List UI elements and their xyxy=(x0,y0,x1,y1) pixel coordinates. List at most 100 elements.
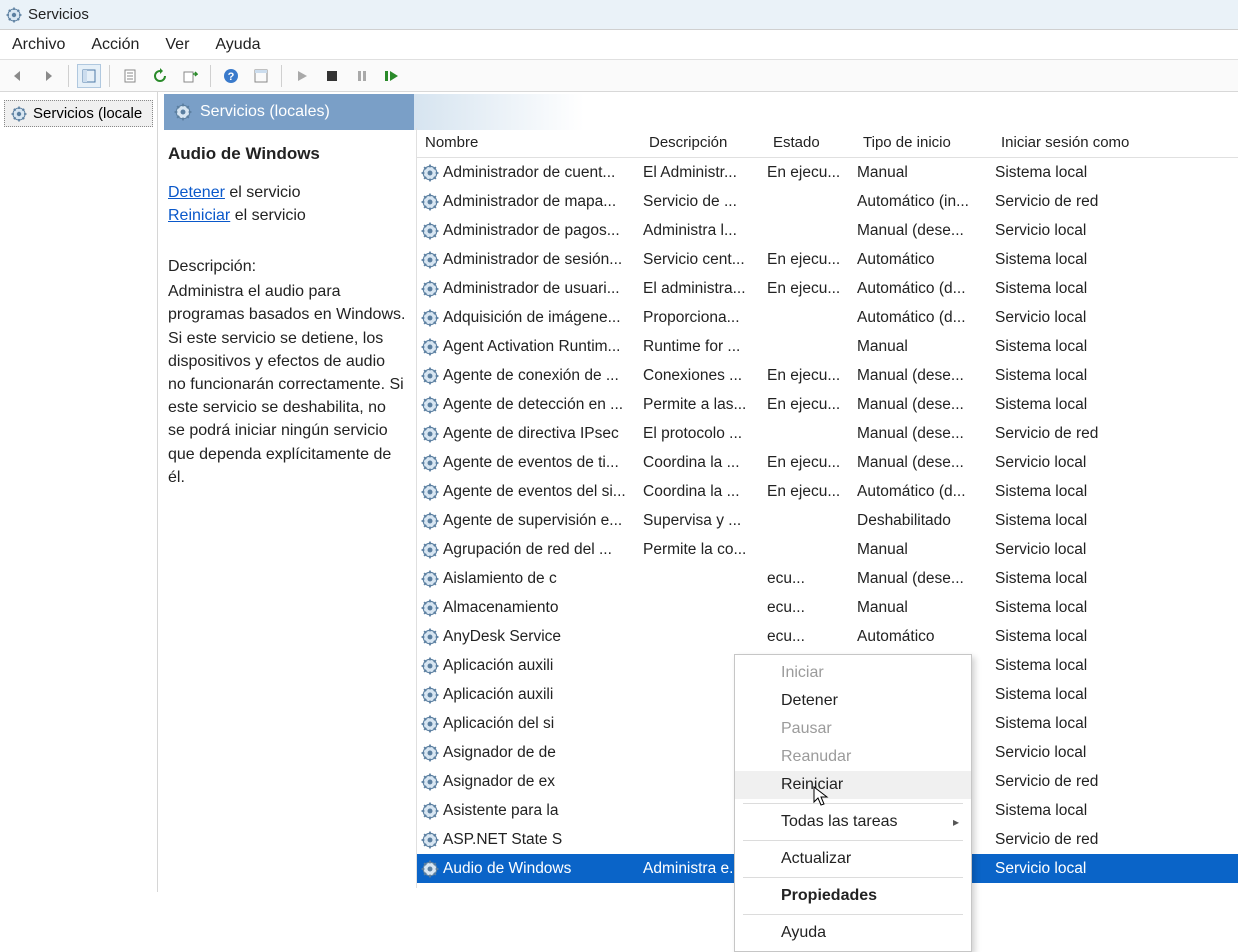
restart-service-link[interactable]: Reiniciar xyxy=(168,207,230,224)
stop-service-button[interactable] xyxy=(320,64,344,88)
cell-desc: Runtime for ... xyxy=(643,338,767,356)
cell-state: En ejecu... xyxy=(767,251,857,269)
tree-item-services-local[interactable]: Servicios (locale xyxy=(4,100,153,127)
cell-state: ecu... xyxy=(767,599,857,617)
back-button[interactable] xyxy=(6,64,30,88)
gear-icon xyxy=(421,396,439,414)
ctx-reanudar: Reanudar xyxy=(735,743,971,771)
pause-service-button[interactable] xyxy=(350,64,374,88)
cell-start: Manual (dese... xyxy=(857,396,995,414)
table-row[interactable]: Agrupación de red del ...Permite la co..… xyxy=(417,535,1238,564)
table-row[interactable]: Agente de conexión de ...Conexiones ...E… xyxy=(417,361,1238,390)
tree-item-label: Servicios (locale xyxy=(33,105,142,122)
gear-icon xyxy=(421,309,439,327)
cell-logon: Servicio local xyxy=(995,454,1175,472)
cell-logon: Servicio local xyxy=(995,860,1175,878)
table-row[interactable]: Administrador de cuent...El Administr...… xyxy=(417,158,1238,187)
view-button[interactable] xyxy=(249,64,273,88)
cell-logon: Sistema local xyxy=(995,483,1175,501)
col-start[interactable]: Tipo de inicio xyxy=(855,134,993,151)
main-panel: Servicios (locales) Audio de Windows Det… xyxy=(158,92,1238,892)
refresh-button[interactable] xyxy=(148,64,172,88)
cell-logon: Sistema local xyxy=(995,715,1175,733)
menu-accion[interactable]: Acción xyxy=(85,32,145,58)
cell-name: Asignador de ex xyxy=(443,773,643,791)
cell-name: Administrador de pagos... xyxy=(443,222,643,240)
stop-suffix: el servicio xyxy=(225,184,301,201)
detail-desc-label: Descripción: xyxy=(168,255,406,278)
menu-ver[interactable]: Ver xyxy=(159,32,195,58)
gear-icon xyxy=(421,657,439,675)
cell-start: Manual (dese... xyxy=(857,570,995,588)
col-desc[interactable]: Descripción xyxy=(641,134,765,151)
col-logon[interactable]: Iniciar sesión como xyxy=(993,134,1173,151)
cell-desc: Permite la co... xyxy=(643,541,767,559)
titlebar: Servicios xyxy=(0,0,1238,30)
export-button[interactable] xyxy=(178,64,202,88)
restart-suffix: el servicio xyxy=(230,207,306,224)
cell-start: Manual xyxy=(857,599,995,617)
table-row[interactable]: AnyDesk Serviceecu...AutomáticoSistema l… xyxy=(417,622,1238,651)
cell-logon: Sistema local xyxy=(995,686,1175,704)
cell-name: Agent Activation Runtim... xyxy=(443,338,643,356)
list-header: Nombre Descripción Estado Tipo de inicio… xyxy=(417,128,1238,158)
ctx-ayuda[interactable]: Ayuda xyxy=(735,919,971,947)
gear-icon xyxy=(421,251,439,269)
table-row[interactable]: Administrador de pagos...Administra l...… xyxy=(417,216,1238,245)
cell-state: En ejecu... xyxy=(767,396,857,414)
menu-ayuda[interactable]: Ayuda xyxy=(209,32,266,58)
cell-start: Manual xyxy=(857,164,995,182)
col-state[interactable]: Estado xyxy=(765,134,855,151)
table-row[interactable]: Agent Activation Runtim...Runtime for ..… xyxy=(417,332,1238,361)
cell-logon: Servicio de red xyxy=(995,193,1175,211)
cell-name: Administrador de cuent... xyxy=(443,164,643,182)
table-row[interactable]: Agente de directiva IPsecEl protocolo ..… xyxy=(417,419,1238,448)
table-row[interactable]: Agente de detección en ...Permite a las.… xyxy=(417,390,1238,419)
cell-state: ecu... xyxy=(767,570,857,588)
table-row[interactable]: Administrador de usuari...El administra.… xyxy=(417,274,1238,303)
cell-logon: Servicio de red xyxy=(995,773,1175,791)
col-name[interactable]: Nombre xyxy=(417,134,641,151)
cell-start: Manual (dese... xyxy=(857,425,995,443)
table-row[interactable]: Administrador de mapa...Servicio de ...A… xyxy=(417,187,1238,216)
ctx-propiedades[interactable]: Propiedades xyxy=(735,882,971,910)
forward-button[interactable] xyxy=(36,64,60,88)
cell-name: AnyDesk Service xyxy=(443,628,643,646)
cell-logon: Sistema local xyxy=(995,280,1175,298)
help-button[interactable]: ? xyxy=(219,64,243,88)
ctx-todas-tareas[interactable]: Todas las tareas▸ xyxy=(735,808,971,836)
ctx-actualizar[interactable]: Actualizar xyxy=(735,845,971,873)
svg-text:?: ? xyxy=(228,71,235,83)
restart-service-button[interactable] xyxy=(380,64,404,88)
cell-name: Almacenamiento xyxy=(443,599,643,617)
cell-logon: Sistema local xyxy=(995,367,1175,385)
cell-desc: El administra... xyxy=(643,280,767,298)
gear-icon xyxy=(421,222,439,240)
cell-state: En ejecu... xyxy=(767,483,857,501)
table-row[interactable]: Agente de eventos del si...Coordina la .… xyxy=(417,477,1238,506)
cell-start: Automático xyxy=(857,251,995,269)
stop-service-link[interactable]: Detener xyxy=(168,184,225,201)
ctx-separator xyxy=(743,840,963,841)
nav-tree: Servicios (locale xyxy=(0,92,158,892)
start-service-button[interactable] xyxy=(290,64,314,88)
table-row[interactable]: Administrador de sesión...Servicio cent.… xyxy=(417,245,1238,274)
table-row[interactable]: Aislamiento de cecu...Manual (dese...Sis… xyxy=(417,564,1238,593)
cell-name: Aplicación auxili xyxy=(443,686,643,704)
gear-icon xyxy=(421,715,439,733)
cell-name: Agente de conexión de ... xyxy=(443,367,643,385)
cell-logon: Servicio de red xyxy=(995,425,1175,443)
menu-archivo[interactable]: Archivo xyxy=(6,32,71,58)
gear-icon xyxy=(421,338,439,356)
gear-icon xyxy=(11,106,27,122)
cell-start: Automático (d... xyxy=(857,483,995,501)
ctx-detener[interactable]: Detener xyxy=(735,687,971,715)
properties-button[interactable] xyxy=(118,64,142,88)
table-row[interactable]: Almacenamientoecu...ManualSistema local xyxy=(417,593,1238,622)
table-row[interactable]: Adquisición de imágene...Proporciona...A… xyxy=(417,303,1238,332)
cell-desc: Permite a las... xyxy=(643,396,767,414)
show-hide-tree-button[interactable] xyxy=(77,64,101,88)
table-row[interactable]: Agente de eventos de ti...Coordina la ..… xyxy=(417,448,1238,477)
ctx-reiniciar[interactable]: Reiniciar xyxy=(735,771,971,799)
table-row[interactable]: Agente de supervisión e...Supervisa y ..… xyxy=(417,506,1238,535)
